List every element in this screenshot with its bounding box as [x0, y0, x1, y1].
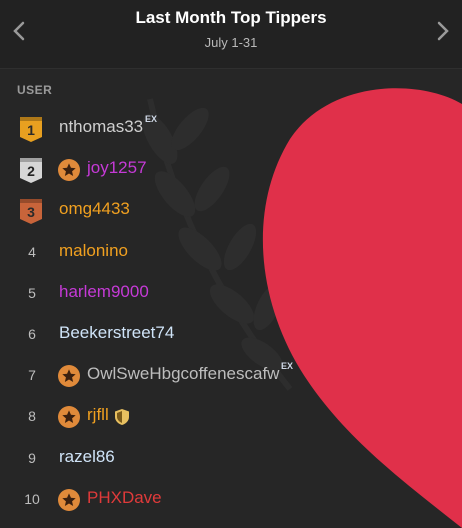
tipper-row: 6 Beekerstreet74	[0, 316, 462, 357]
rank-number: 8	[28, 408, 36, 425]
username-link[interactable]: omg4433	[59, 199, 130, 219]
column-header-user: USER	[17, 83, 53, 97]
rank-number: 7	[28, 367, 36, 384]
star-icon	[58, 365, 80, 388]
ex-badge: EX	[145, 114, 158, 124]
tipper-row: 1 nthomas33 EX	[0, 110, 462, 151]
username-link[interactable]: razel86	[59, 447, 115, 467]
ex-badge: EX	[281, 361, 294, 372]
username-link[interactable]: PHXDave	[87, 488, 162, 508]
username-link[interactable]: malonino	[59, 241, 128, 261]
username-link[interactable]: nthomas33	[59, 117, 143, 137]
shield-icon	[114, 408, 130, 426]
header-bar: Last Month Top Tippers July 1-31	[0, 0, 462, 69]
rank-number: 5	[28, 284, 36, 301]
star-icon	[58, 406, 80, 429]
rank-number: 9	[28, 449, 36, 466]
chevron-right-icon	[437, 21, 449, 41]
tipper-row: 9 razel86	[0, 440, 462, 481]
star-icon	[58, 159, 80, 182]
date-range: July 1-31	[204, 35, 258, 50]
star-icon	[58, 488, 80, 511]
rank-badge-bronze: 3	[18, 197, 44, 225]
rank-badge-silver: 2	[18, 156, 44, 184]
username-link[interactable]: rjfll	[87, 405, 109, 425]
tipper-row: 10 PHXDave	[0, 481, 462, 522]
rank-number: 2	[27, 163, 35, 180]
rank-number: 10	[24, 490, 40, 507]
rank-badge-gold: 1	[18, 115, 44, 143]
username-link[interactable]: joy1257	[87, 158, 147, 178]
tipper-row: 7 OwlSweHbgcoffenescafw EX	[0, 357, 462, 398]
rank-number: 4	[28, 243, 36, 260]
rank-number: 3	[27, 204, 35, 221]
username-link[interactable]: OwlSweHbgcoffenescafw	[87, 364, 279, 384]
username-link[interactable]: Beekerstreet74	[59, 323, 174, 343]
tipper-row: 8 rjfll	[0, 398, 462, 439]
username-link[interactable]: harlem9000	[59, 282, 149, 302]
rank-number: 1	[27, 122, 35, 138]
page-title: Last Month Top Tippers	[135, 8, 327, 27]
tipper-row: 4 malonino	[0, 234, 462, 275]
next-month-button[interactable]	[433, 17, 453, 45]
rank-number: 6	[28, 326, 36, 342]
tipper-row: 5 harlem9000	[0, 275, 462, 316]
tipper-row: 3 omg4433	[0, 192, 462, 233]
tipper-row: 2 joy1257	[0, 151, 462, 192]
